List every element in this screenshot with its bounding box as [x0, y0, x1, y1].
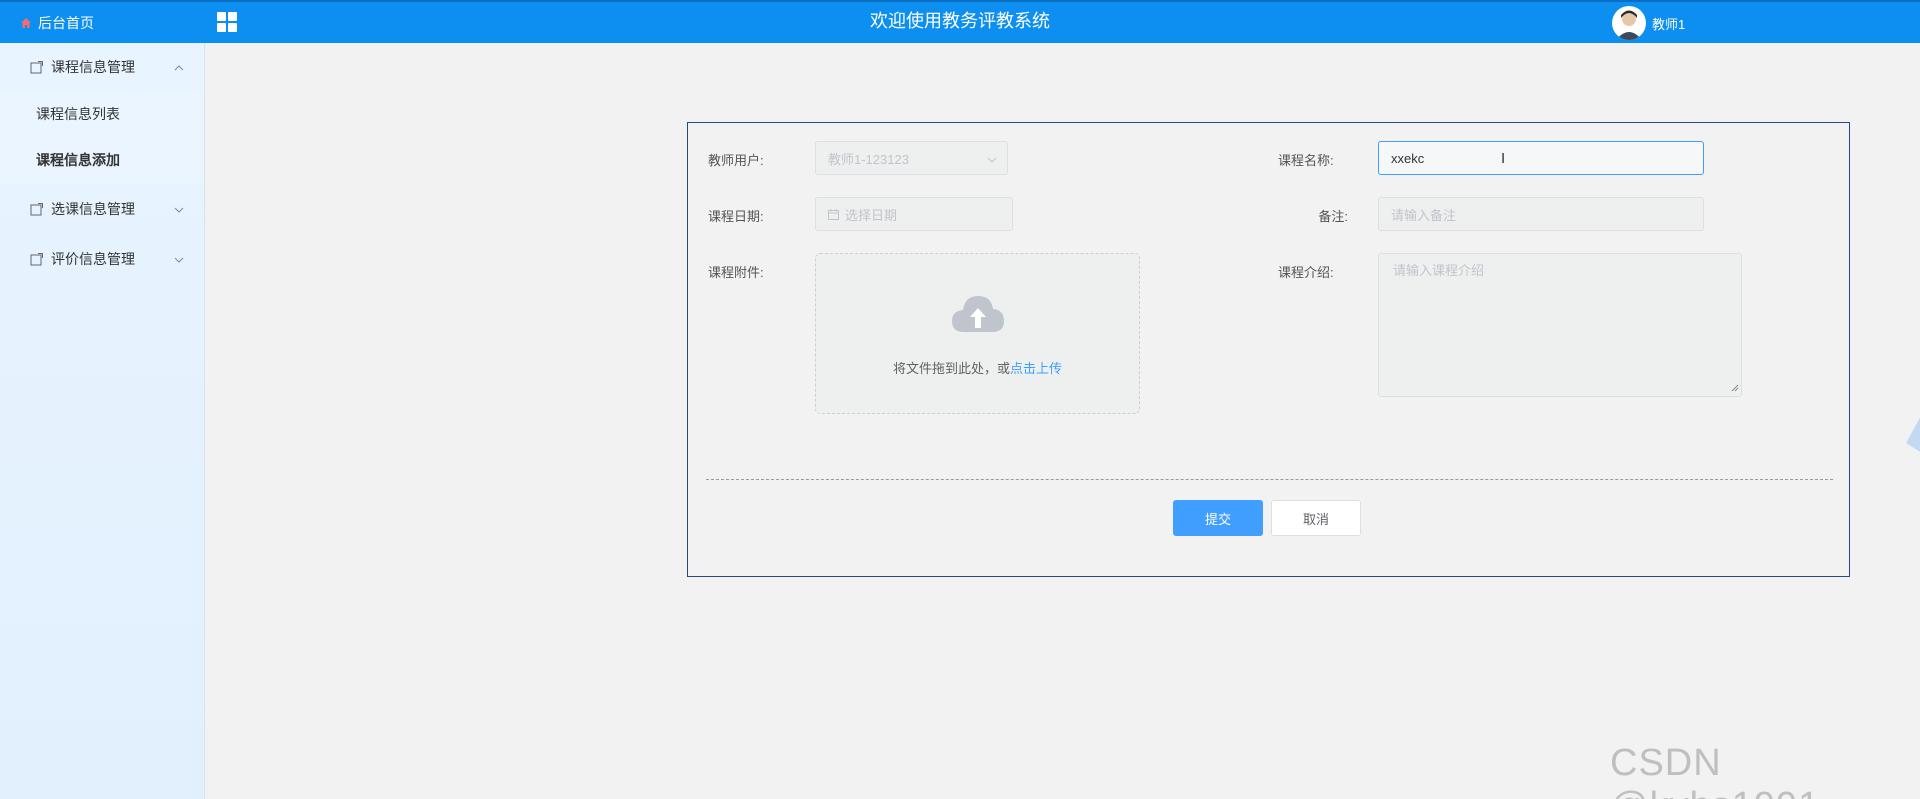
avatar: [1612, 6, 1646, 40]
upload-hint: 将文件拖到此处，或点击上传: [816, 358, 1139, 377]
course-date-label: 课程日期:: [708, 209, 764, 224]
attachment-label: 课程附件:: [708, 265, 764, 280]
text-cursor-icon: I: [1501, 150, 1506, 167]
submit-button[interactable]: 提交: [1173, 500, 1263, 536]
chevron-down-icon: [174, 202, 184, 218]
course-date-placeholder: 选择日期: [845, 207, 898, 223]
course-name-input[interactable]: xxekc I: [1378, 141, 1704, 175]
sidebar-item-course-list[interactable]: 课程信息列表: [0, 91, 204, 137]
chevron-down-icon: [174, 252, 184, 268]
main-content: 教师用户: 教师1-123123 课程名称: xxekc I 课程日期: 选择日…: [206, 43, 1920, 799]
document-icon: [30, 252, 43, 266]
sidebar-group-selection-info[interactable]: 选课信息管理: [0, 185, 204, 233]
intro-placeholder: 请输入课程介绍: [1393, 263, 1485, 278]
form-divider: [706, 479, 1833, 480]
upload-link[interactable]: 点击上传: [1010, 361, 1062, 376]
sidebar: 课程信息管理 课程信息列表 课程信息添加 选课信息管理 评价信息管理: [0, 43, 205, 799]
teacher-value: 教师1-123123: [828, 151, 909, 167]
course-form: 教师用户: 教师1-123123 课程名称: xxekc I 课程日期: 选择日…: [687, 122, 1850, 577]
sidebar-group-label: 课程信息管理: [51, 59, 135, 75]
course-date-picker[interactable]: 选择日期: [815, 197, 1013, 231]
remark-input[interactable]: 请输入备注: [1378, 197, 1704, 231]
intro-textarea[interactable]: 请输入课程介绍: [1378, 253, 1742, 397]
remark-label: 备注:: [1318, 209, 1348, 224]
home-link[interactable]: 后台首页: [0, 2, 205, 43]
teacher-select[interactable]: 教师1-123123: [815, 141, 1008, 175]
sidebar-group-course-info[interactable]: 课程信息管理: [0, 43, 204, 91]
course-name-value: xxekc: [1391, 150, 1425, 166]
sidebar-group-evaluation-info[interactable]: 评价信息管理: [0, 235, 204, 283]
resize-handle-icon[interactable]: [1731, 380, 1739, 395]
home-label: 后台首页: [38, 14, 94, 31]
calendar-icon: [828, 208, 839, 220]
sidebar-item-course-add[interactable]: 课程信息添加: [0, 137, 204, 183]
upload-dropzone[interactable]: 将文件拖到此处，或点击上传: [815, 253, 1140, 414]
user-menu[interactable]: 教师1: [1612, 5, 1685, 41]
user-name: 教师1: [1652, 16, 1686, 32]
cloud-upload-icon: [950, 292, 1006, 337]
watermark: CSDN @kybs1991: [1610, 742, 1819, 799]
remark-placeholder: 请输入备注: [1391, 207, 1457, 223]
sidebar-group-label: 评价信息管理: [51, 251, 135, 267]
top-bar: 后台首页 欢迎使用教务评教系统 教师1: [0, 0, 1920, 43]
sidebar-group-label: 选课信息管理: [51, 201, 135, 217]
document-icon: [30, 202, 43, 216]
document-icon: [30, 60, 43, 74]
cancel-button[interactable]: 取消: [1271, 500, 1361, 536]
chevron-down-icon: [987, 153, 997, 168]
teacher-label: 教师用户:: [708, 153, 764, 168]
chevron-up-icon: [174, 60, 184, 76]
course-name-label: 课程名称:: [1278, 153, 1334, 168]
intro-label: 课程介绍:: [1278, 265, 1334, 280]
upload-text: 将文件拖到此处，或: [892, 361, 1010, 376]
menu-toggle-icon[interactable]: [217, 12, 237, 32]
home-icon: [20, 17, 32, 29]
